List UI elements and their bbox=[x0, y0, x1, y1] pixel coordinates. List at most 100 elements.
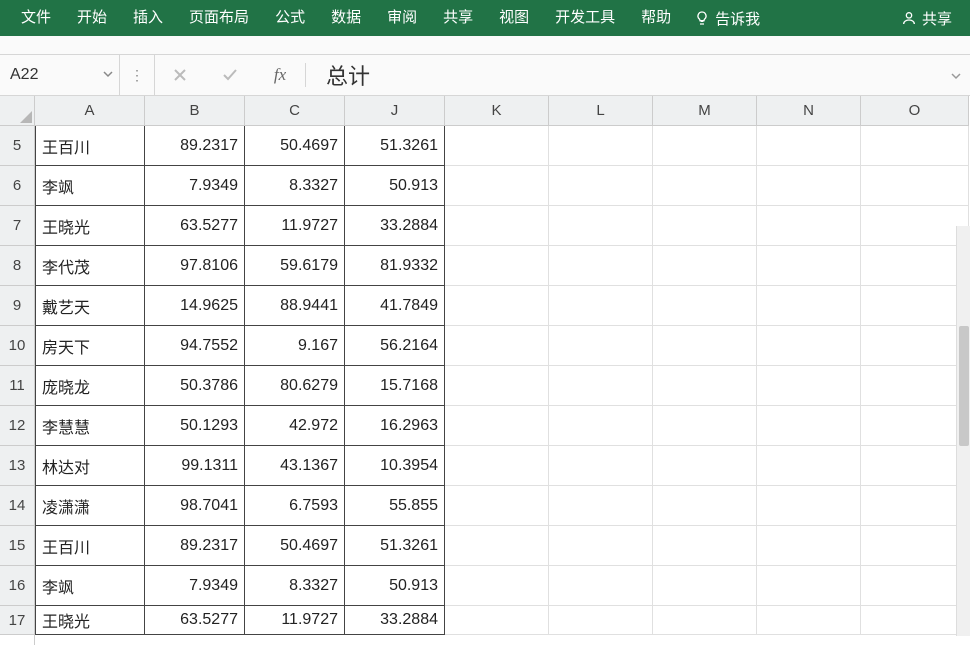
cell[interactable]: 43.1367 bbox=[245, 446, 345, 486]
cell[interactable] bbox=[653, 446, 757, 486]
cancel-button[interactable] bbox=[155, 55, 205, 95]
cell[interactable] bbox=[549, 446, 653, 486]
col-header[interactable]: J bbox=[345, 96, 445, 126]
cell[interactable]: 8.3327 bbox=[245, 166, 345, 206]
menu-review[interactable]: 审阅 bbox=[374, 0, 430, 36]
menu-formula[interactable]: 公式 bbox=[262, 0, 318, 36]
cell[interactable] bbox=[445, 526, 549, 566]
confirm-button[interactable] bbox=[205, 55, 255, 95]
expand-formula-icon[interactable] bbox=[950, 62, 962, 88]
cell[interactable]: 11.9727 bbox=[245, 606, 345, 635]
cell[interactable] bbox=[653, 126, 757, 166]
menu-help[interactable]: 帮助 bbox=[628, 0, 684, 36]
cell[interactable] bbox=[861, 286, 969, 326]
row-header[interactable]: 11 bbox=[0, 366, 34, 406]
cell[interactable]: 14.9625 bbox=[145, 286, 245, 326]
cell[interactable] bbox=[445, 486, 549, 526]
cell[interactable] bbox=[757, 486, 861, 526]
col-header[interactable]: A bbox=[35, 96, 145, 126]
cell[interactable]: 50.1293 bbox=[145, 406, 245, 446]
cell[interactable] bbox=[757, 126, 861, 166]
menu-insert[interactable]: 插入 bbox=[120, 0, 176, 36]
cell[interactable]: 50.4697 bbox=[245, 126, 345, 166]
cell[interactable] bbox=[861, 406, 969, 446]
cell[interactable] bbox=[653, 166, 757, 206]
cell[interactable]: 6.7593 bbox=[245, 486, 345, 526]
cell[interactable]: 50.4697 bbox=[245, 526, 345, 566]
cell[interactable] bbox=[861, 166, 969, 206]
cell[interactable] bbox=[861, 446, 969, 486]
cell[interactable] bbox=[445, 166, 549, 206]
vertical-scrollbar[interactable] bbox=[956, 226, 970, 636]
cell[interactable] bbox=[445, 366, 549, 406]
cell[interactable]: 10.3954 bbox=[345, 446, 445, 486]
col-header[interactable]: M bbox=[653, 96, 757, 126]
menu-data[interactable]: 数据 bbox=[318, 0, 374, 36]
row-header[interactable]: 15 bbox=[0, 526, 34, 566]
cell[interactable]: 庞晓龙 bbox=[35, 366, 145, 406]
row-header[interactable]: 17 bbox=[0, 606, 34, 635]
cell[interactable] bbox=[861, 206, 969, 246]
col-header[interactable]: N bbox=[757, 96, 861, 126]
cell[interactable] bbox=[861, 566, 969, 606]
cell[interactable] bbox=[549, 406, 653, 446]
cell[interactable] bbox=[549, 366, 653, 406]
row-header[interactable]: 9 bbox=[0, 286, 34, 326]
cell[interactable]: 王晓光 bbox=[35, 606, 145, 635]
cell[interactable]: 97.8106 bbox=[145, 246, 245, 286]
share-button[interactable]: 共享 bbox=[891, 0, 962, 36]
cell[interactable]: 15.7168 bbox=[345, 366, 445, 406]
cell[interactable]: 51.3261 bbox=[345, 526, 445, 566]
cell[interactable] bbox=[653, 406, 757, 446]
cell[interactable]: 王百川 bbox=[35, 126, 145, 166]
cell[interactable]: 80.6279 bbox=[245, 366, 345, 406]
cell[interactable]: 房天下 bbox=[35, 326, 145, 366]
cell[interactable] bbox=[549, 486, 653, 526]
cell[interactable] bbox=[549, 326, 653, 366]
cell[interactable]: 李飒 bbox=[35, 566, 145, 606]
cell[interactable]: 50.913 bbox=[345, 566, 445, 606]
col-header[interactable]: B bbox=[145, 96, 245, 126]
tell-me-button[interactable]: 告诉我 bbox=[684, 0, 770, 36]
row-header[interactable]: 6 bbox=[0, 166, 34, 206]
cell[interactable] bbox=[549, 126, 653, 166]
cell[interactable] bbox=[861, 126, 969, 166]
cell[interactable]: 56.2164 bbox=[345, 326, 445, 366]
chevron-down-icon[interactable] bbox=[103, 66, 113, 84]
cell[interactable]: 42.972 bbox=[245, 406, 345, 446]
cell[interactable] bbox=[445, 446, 549, 486]
cell[interactable]: 7.9349 bbox=[145, 566, 245, 606]
cell[interactable] bbox=[445, 566, 549, 606]
cell[interactable] bbox=[445, 126, 549, 166]
cell[interactable] bbox=[549, 206, 653, 246]
cell[interactable] bbox=[757, 286, 861, 326]
cell[interactable] bbox=[549, 166, 653, 206]
cell[interactable]: 50.913 bbox=[345, 166, 445, 206]
row-header[interactable]: 7 bbox=[0, 206, 34, 246]
menu-view[interactable]: 视图 bbox=[486, 0, 542, 36]
row-header[interactable]: 5 bbox=[0, 126, 34, 166]
cell[interactable]: 戴艺天 bbox=[35, 286, 145, 326]
cell[interactable] bbox=[653, 326, 757, 366]
menu-dev[interactable]: 开发工具 bbox=[542, 0, 628, 36]
row-header[interactable]: 16 bbox=[0, 566, 34, 606]
cell[interactable]: 16.2963 bbox=[345, 406, 445, 446]
col-header[interactable]: L bbox=[549, 96, 653, 126]
cell[interactable]: 63.5277 bbox=[145, 206, 245, 246]
name-box[interactable]: A22 bbox=[0, 55, 120, 95]
cell[interactable]: 89.2317 bbox=[145, 126, 245, 166]
cell[interactable]: 63.5277 bbox=[145, 606, 245, 635]
cell[interactable] bbox=[653, 606, 757, 635]
cell[interactable] bbox=[861, 326, 969, 366]
cell[interactable] bbox=[445, 606, 549, 635]
col-header[interactable]: O bbox=[861, 96, 969, 126]
cell[interactable] bbox=[757, 566, 861, 606]
cell[interactable]: 33.2884 bbox=[345, 606, 445, 635]
col-header[interactable]: C bbox=[245, 96, 345, 126]
cell[interactable] bbox=[653, 246, 757, 286]
cell[interactable]: 94.7552 bbox=[145, 326, 245, 366]
menu-share[interactable]: 共享 bbox=[430, 0, 486, 36]
cell[interactable] bbox=[861, 366, 969, 406]
row-header[interactable]: 8 bbox=[0, 246, 34, 286]
cell[interactable]: 33.2884 bbox=[345, 206, 445, 246]
